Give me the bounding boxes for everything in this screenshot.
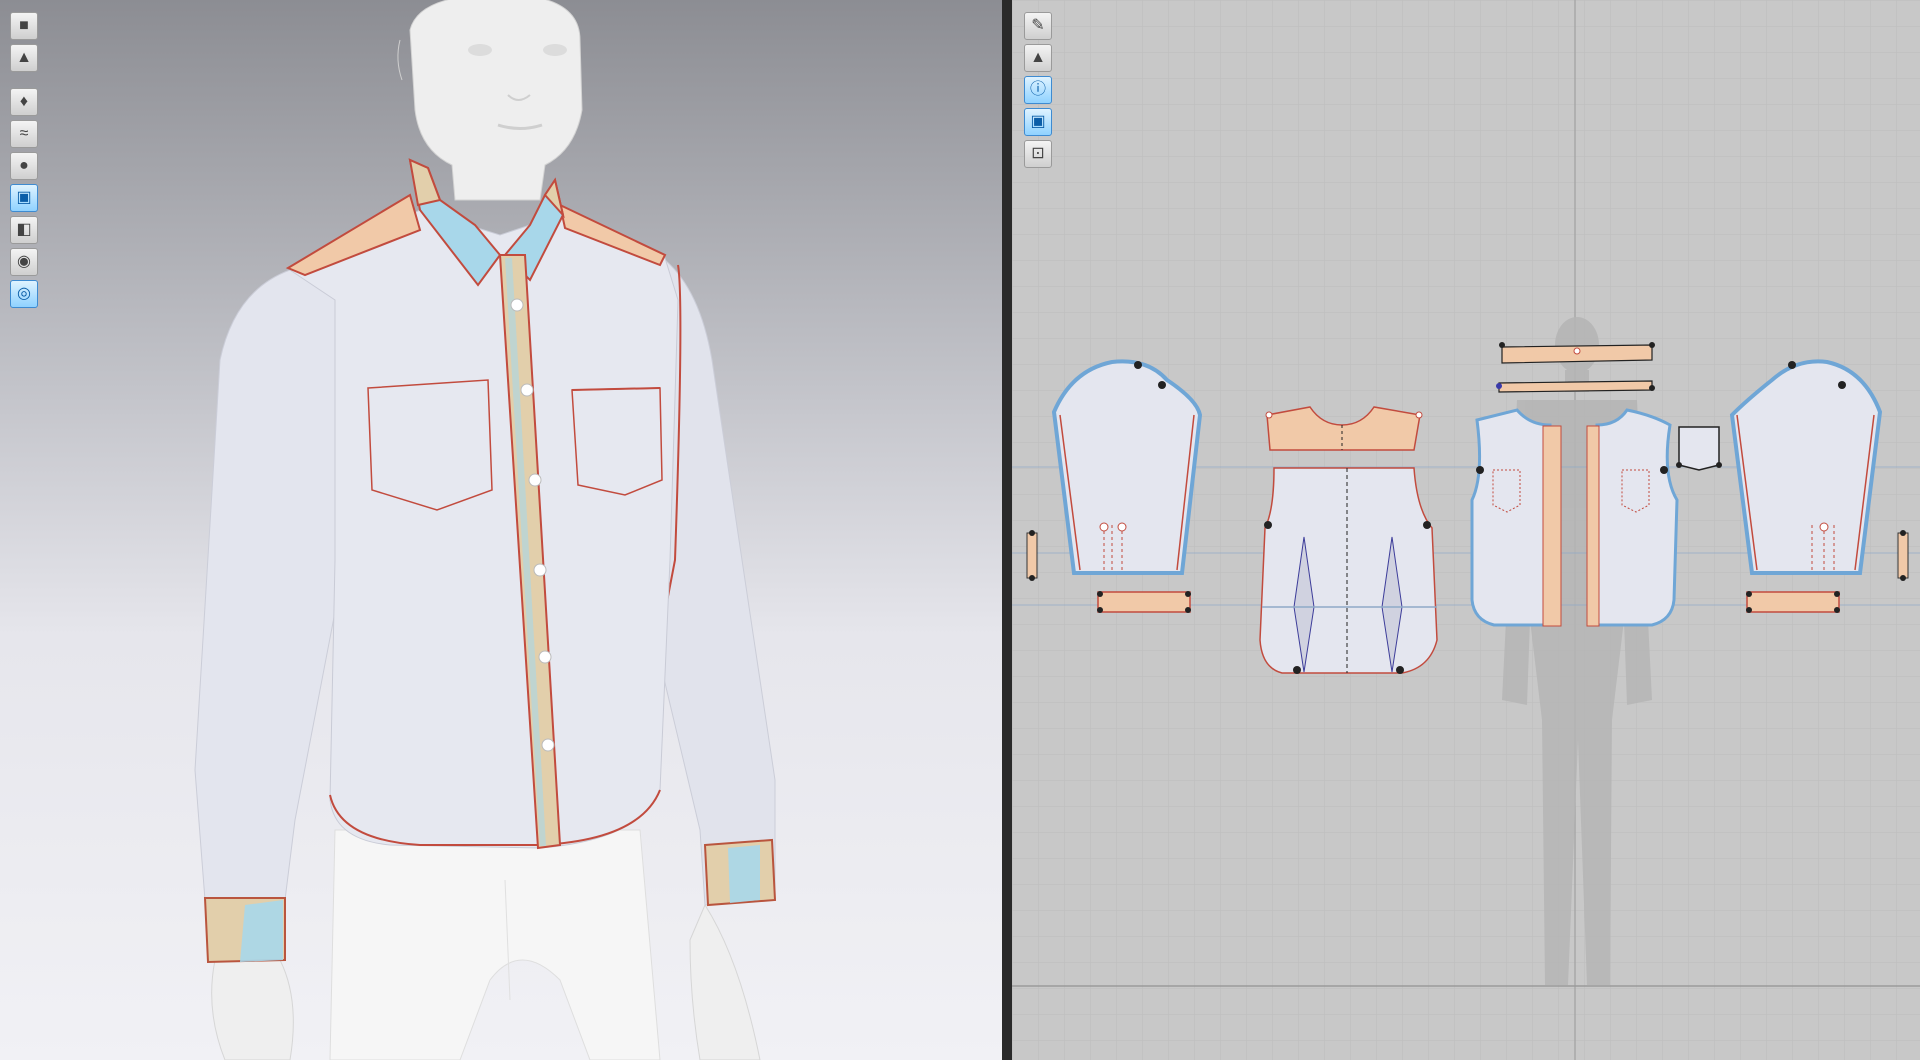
pattern-back-panel[interactable] — [1259, 467, 1438, 674]
brush-icon[interactable]: ✎ — [1024, 12, 1052, 40]
avatar-shirt-icon[interactable]: ♦ — [10, 88, 38, 116]
shirt-pattern-icon[interactable]: ▲ — [1024, 44, 1052, 72]
lock-shirt-icon[interactable]: ⊡ — [1024, 140, 1052, 168]
viewport-2d-toolbar: ✎ ▲ ⓘ ▣ ⊡ — [1024, 12, 1052, 172]
pattern-left-sleeve[interactable] — [1051, 359, 1203, 575]
pattern-pocket[interactable] — [1676, 426, 1722, 471]
pattern-right-sleeve[interactable] — [1729, 359, 1883, 575]
pattern-right-cuff[interactable] — [1746, 591, 1840, 613]
display-cube-icon[interactable]: ■ — [10, 12, 38, 40]
avatar-head-icon[interactable]: ◉ — [10, 248, 38, 276]
globe-icon[interactable]: ◎ — [10, 280, 38, 308]
avatar-legs — [329, 829, 661, 1060]
pattern-right-sleeve-placket[interactable] — [1897, 530, 1909, 581]
viewport-3d-toolbar: ■ ▲ ♦ ≈ ● ▣ ◧ ◉ ◎ — [10, 12, 38, 312]
pattern-right-front[interactable] — [1586, 408, 1679, 627]
pattern-canvas — [1012, 0, 1920, 1060]
avatar-icon[interactable]: ● — [10, 152, 38, 180]
texture-2d-icon[interactable]: ▣ — [1024, 108, 1052, 136]
pattern-left-sleeve-placket[interactable] — [1026, 530, 1038, 581]
pattern-collar-stand[interactable] — [1496, 380, 1655, 393]
cloth-wrinkle-icon[interactable]: ≈ — [10, 120, 38, 148]
avatar-garment-render — [194, 0, 777, 1060]
texture-icon[interactable]: ▣ — [10, 184, 38, 212]
pattern-left-front[interactable] — [1470, 408, 1562, 627]
shirt-body — [285, 193, 679, 849]
viewport-3d[interactable]: ■ ▲ ♦ ≈ ● ▣ ◧ ◉ ◎ — [0, 0, 1002, 1060]
pattern-left-cuff[interactable] — [1097, 591, 1191, 613]
mesh-icon[interactable]: ◧ — [10, 216, 38, 244]
viewport-splitter[interactable] — [1002, 0, 1012, 1060]
garment-icon[interactable]: ▲ — [10, 44, 38, 72]
info-icon[interactable]: ⓘ — [1024, 76, 1052, 104]
viewport-2d[interactable]: ✎ ▲ ⓘ ▣ ⊡ — [1012, 0, 1920, 1060]
